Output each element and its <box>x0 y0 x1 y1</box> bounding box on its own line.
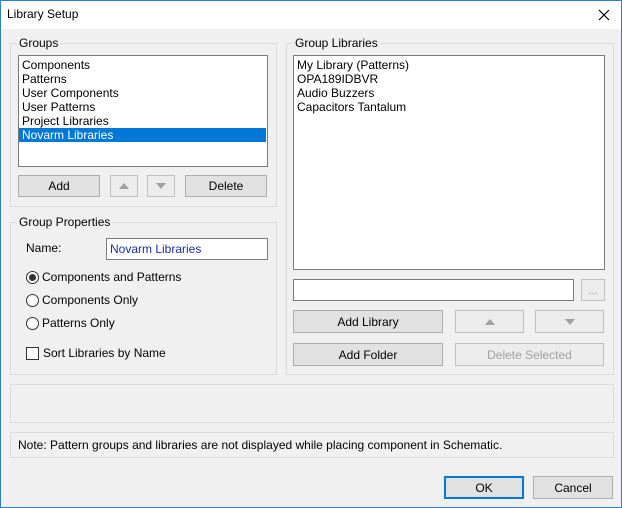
radio-components-and-patterns[interactable]: Components and Patterns <box>26 270 181 284</box>
close-icon <box>598 9 610 21</box>
note-panel: Note: Pattern groups and libraries are n… <box>10 432 614 458</box>
library-item-opa189idbvr[interactable]: OPA189IDBVR <box>294 72 604 86</box>
radio-label: Components Only <box>42 293 139 307</box>
checkbox-label: Sort Libraries by Name <box>43 346 166 360</box>
arrow-down-icon <box>564 318 575 325</box>
move-group-up-button[interactable] <box>110 175 138 197</box>
group-item-novarm-libraries[interactable]: Novarm Libraries <box>19 128 266 142</box>
browse-button[interactable]: ... <box>581 279 605 301</box>
delete-selected-button[interactable]: Delete Selected <box>455 343 604 366</box>
group-item-patterns[interactable]: Patterns <box>19 72 267 86</box>
groups-list[interactable]: Components Patterns User Components User… <box>18 55 268 167</box>
move-library-up-button[interactable] <box>455 310 524 333</box>
group-item-components[interactable]: Components <box>19 58 267 72</box>
radio-label: Components and Patterns <box>42 270 182 284</box>
move-library-down-button[interactable] <box>535 310 604 333</box>
close-button[interactable] <box>587 1 621 29</box>
radio-components-only[interactable]: Components Only <box>26 293 138 307</box>
window-title: Library Setup <box>7 7 79 21</box>
group-item-project-libraries[interactable]: Project Libraries <box>19 114 267 128</box>
delete-group-button[interactable]: Delete <box>185 175 267 197</box>
library-item-capacitors-tantalum[interactable]: Capacitors Tantalum <box>294 100 604 114</box>
arrow-up-icon <box>119 183 129 189</box>
move-group-down-button[interactable] <box>147 175 175 197</box>
library-item-audio-buzzers[interactable]: Audio Buzzers <box>294 86 604 100</box>
sort-libraries-checkbox[interactable]: Sort Libraries by Name <box>26 346 166 360</box>
group-properties-legend: Group Properties <box>17 215 113 229</box>
title-bar: Library Setup <box>1 1 621 29</box>
arrow-down-icon <box>156 183 166 189</box>
cancel-button[interactable]: Cancel <box>533 476 613 499</box>
add-folder-button[interactable]: Add Folder <box>293 343 443 366</box>
add-group-button[interactable]: Add <box>18 175 100 197</box>
radio-patterns-only[interactable]: Patterns Only <box>26 316 115 330</box>
groups-legend: Groups <box>17 36 61 50</box>
radio-indicator <box>26 270 39 284</box>
checkbox-indicator <box>26 346 39 360</box>
info-panel <box>10 384 614 423</box>
add-library-button[interactable]: Add Library <box>293 310 443 333</box>
radio-indicator <box>26 316 39 330</box>
name-label: Name: <box>26 241 62 255</box>
ok-button[interactable]: OK <box>444 476 524 499</box>
library-item-my-library-patterns[interactable]: My Library (Patterns) <box>294 58 604 72</box>
group-libraries-legend: Group Libraries <box>293 36 380 50</box>
radio-indicator <box>26 293 39 307</box>
arrow-up-icon <box>484 318 495 325</box>
library-path-input[interactable] <box>293 279 574 301</box>
group-libraries-list[interactable]: My Library (Patterns) OPA189IDBVR Audio … <box>293 55 605 270</box>
radio-label: Patterns Only <box>42 316 115 330</box>
group-item-user-components[interactable]: User Components <box>19 86 267 100</box>
group-item-user-patterns[interactable]: User Patterns <box>19 100 267 114</box>
group-name-input[interactable]: Novarm Libraries <box>106 238 268 260</box>
library-setup-dialog: Library Setup Groups Components Patterns… <box>0 0 622 508</box>
note-text: Note: Pattern groups and libraries are n… <box>18 438 503 452</box>
